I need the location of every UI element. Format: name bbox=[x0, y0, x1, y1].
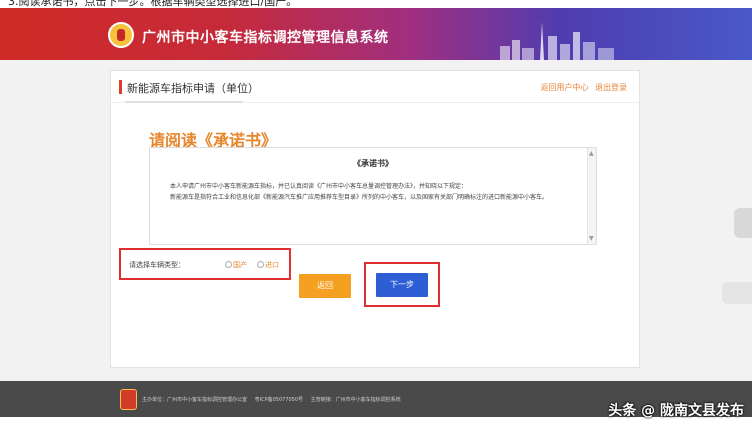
footer-info: 主办单位：广州市中小客车指标调控管理办公室 粤ICP备05077050号 主管链… bbox=[142, 396, 407, 403]
vehicle-type-label: 请选择车辆类型： bbox=[129, 261, 185, 269]
promise-heading: 《承诺书》 bbox=[353, 159, 393, 168]
scroll-down-icon[interactable]: ▼ bbox=[589, 235, 594, 242]
promise-paragraph-1: 本人申请广州市中小客车新能源车指标，并已认真阅读《广州市中小客车总量调控管理办法… bbox=[170, 183, 468, 190]
edge-decoration bbox=[734, 208, 752, 238]
emblem-logo-icon bbox=[108, 22, 134, 48]
back-button[interactable]: 返回 bbox=[299, 274, 351, 298]
next-step-button[interactable]: 下一步 bbox=[376, 273, 428, 297]
footer-icp: 粤ICP备05077050号 bbox=[254, 397, 304, 403]
panel-header: 新能源车指标申请（单位） 返回用户中心 退出登录 bbox=[111, 71, 639, 103]
radio-domestic[interactable]: 国产 bbox=[225, 260, 247, 270]
back-to-user-center-link[interactable]: 返回用户中心 bbox=[540, 83, 588, 92]
panel-title: 新能源车指标申请（单位） bbox=[127, 82, 259, 95]
title-accent-bar bbox=[119, 80, 122, 94]
promise-text-box[interactable]: 《承诺书》 本人申请广州市中小客车新能源车指标，并已认真阅读《广州市中小客车总量… bbox=[149, 147, 597, 245]
radio-domestic-label: 国产 bbox=[233, 261, 247, 269]
radio-circle-icon[interactable] bbox=[257, 261, 264, 268]
scroll-up-icon[interactable]: ▲ bbox=[589, 150, 594, 157]
system-title: 广州市中小客车指标调控管理信息系统 bbox=[142, 30, 389, 46]
radio-imported-label: 进口 bbox=[265, 261, 279, 269]
footer-emblem-icon bbox=[120, 389, 137, 410]
footer-sponsor: 主办单位：广州市中小客车指标调控管理办公室 bbox=[142, 397, 248, 403]
instruction-caption: 3.阅读承诺书，点击下一步。根据车辆类型选择进口/国产。 bbox=[0, 0, 752, 8]
header-links: 返回用户中心 退出登录 bbox=[536, 82, 627, 93]
logout-link[interactable]: 退出登录 bbox=[595, 83, 627, 92]
footer-link[interactable]: 主管链接：广州市中小客车指标调控系统 bbox=[311, 397, 401, 403]
promise-paragraph-2: 新能源车是指符合工业和信息化部《新能源汽车推广应用推荐车型目录》所列的中小客车，… bbox=[170, 194, 549, 201]
next-button-highlight: 下一步 bbox=[364, 262, 440, 307]
edge-decoration bbox=[722, 282, 752, 304]
header-banner: 广州市中小客车指标调控管理信息系统 bbox=[0, 8, 752, 60]
watermark: 头条 @ 陇南文县发布 bbox=[608, 403, 744, 419]
city-skyline-icon bbox=[500, 22, 614, 60]
radio-imported[interactable]: 进口 bbox=[257, 260, 279, 270]
vehicle-type-highlight: 请选择车辆类型： 国产 进口 bbox=[119, 248, 291, 280]
promise-scrollbar[interactable]: ▲ ▼ bbox=[587, 148, 596, 244]
title-underline bbox=[125, 101, 243, 103]
radio-circle-icon[interactable] bbox=[225, 261, 232, 268]
application-panel: 新能源车指标申请（单位） 返回用户中心 退出登录 请阅读《承诺书》 《承诺书》 … bbox=[110, 70, 640, 368]
